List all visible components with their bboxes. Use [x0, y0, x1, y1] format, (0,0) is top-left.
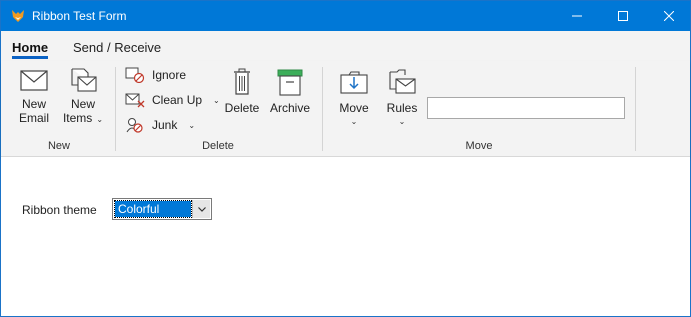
- dropdown-button[interactable]: [192, 200, 210, 218]
- title-bar[interactable]: Ribbon Test Form: [1, 1, 690, 31]
- new-items-label-2: Items ⌄: [62, 111, 104, 125]
- clean-up-button[interactable]: Clean Up ⌄: [125, 92, 220, 108]
- minimize-icon: [572, 15, 582, 17]
- ignore-label: Ignore: [152, 68, 187, 82]
- clean-up-label: Clean Up: [152, 93, 203, 107]
- ribbon-theme-select[interactable]: Colorful: [112, 198, 212, 220]
- chevron-down-icon: ⌄: [96, 115, 104, 124]
- junk-icon: [126, 118, 143, 133]
- maximize-icon: [618, 11, 628, 21]
- move-button[interactable]: Move ⌄: [336, 67, 372, 129]
- form-content: Ribbon theme Colorful: [1, 157, 690, 316]
- app-fox-icon: [12, 10, 24, 22]
- ribbon-theme-label: Ribbon theme: [22, 203, 97, 217]
- group-label-new: New: [47, 140, 70, 152]
- tab-send-receive[interactable]: Send / Receive: [73, 40, 161, 55]
- ribbon-tabs: Home Send / Receive: [1, 31, 690, 61]
- delete-label: Delete: [224, 101, 260, 115]
- rules-icon: [389, 69, 416, 94]
- group-label-move: Move: [465, 140, 493, 152]
- move-folder-icon: [340, 71, 368, 94]
- close-button[interactable]: [646, 1, 691, 31]
- app-window: Ribbon Test Form Home Send / Receive New…: [0, 0, 691, 317]
- group-separator: [115, 67, 116, 151]
- move-label: Move: [339, 101, 369, 115]
- ignore-icon: [125, 67, 145, 83]
- rules-label: Rules: [386, 101, 418, 115]
- trash-icon: [234, 68, 250, 95]
- chevron-down-icon: ⌄: [188, 120, 196, 130]
- archive-button[interactable]: Archive: [268, 67, 312, 115]
- envelope-icon: [20, 70, 48, 91]
- rules-button[interactable]: Rules ⌄: [385, 67, 419, 129]
- move-search-input[interactable]: [427, 97, 625, 119]
- new-email-button[interactable]: New Email: [13, 67, 55, 125]
- maximize-button[interactable]: [600, 1, 646, 31]
- junk-label: Junk: [152, 118, 178, 132]
- window-title: Ribbon Test Form: [32, 9, 127, 23]
- new-items-button[interactable]: New Items ⌄: [59, 67, 107, 127]
- chevron-down-icon: [197, 206, 206, 212]
- minimize-button[interactable]: [554, 1, 600, 31]
- chevron-down-icon: ⌄: [350, 117, 358, 126]
- junk-button[interactable]: Junk ⌄: [125, 117, 195, 133]
- tab-home[interactable]: Home: [12, 40, 49, 59]
- clean-up-icon: [125, 93, 145, 108]
- new-items-label-1: New: [70, 97, 95, 111]
- chevron-down-icon: ⌄: [213, 95, 220, 105]
- group-separator: [322, 67, 323, 151]
- new-items-icon: [71, 68, 97, 92]
- new-email-label-2: Email: [18, 111, 49, 125]
- ribbon-panel: New Email New Items ⌄ New Ignore Clean U…: [1, 61, 690, 157]
- ignore-button[interactable]: Ignore: [125, 67, 186, 83]
- group-separator: [635, 67, 636, 151]
- archive-icon: [277, 69, 303, 96]
- close-icon: [664, 11, 674, 21]
- group-label-delete: Delete: [202, 140, 234, 152]
- delete-button[interactable]: Delete: [223, 67, 261, 115]
- archive-label: Archive: [269, 101, 310, 115]
- chevron-down-icon: ⌄: [398, 117, 406, 126]
- new-email-label-1: New: [21, 97, 46, 111]
- ribbon-theme-value: Colorful: [114, 200, 192, 218]
